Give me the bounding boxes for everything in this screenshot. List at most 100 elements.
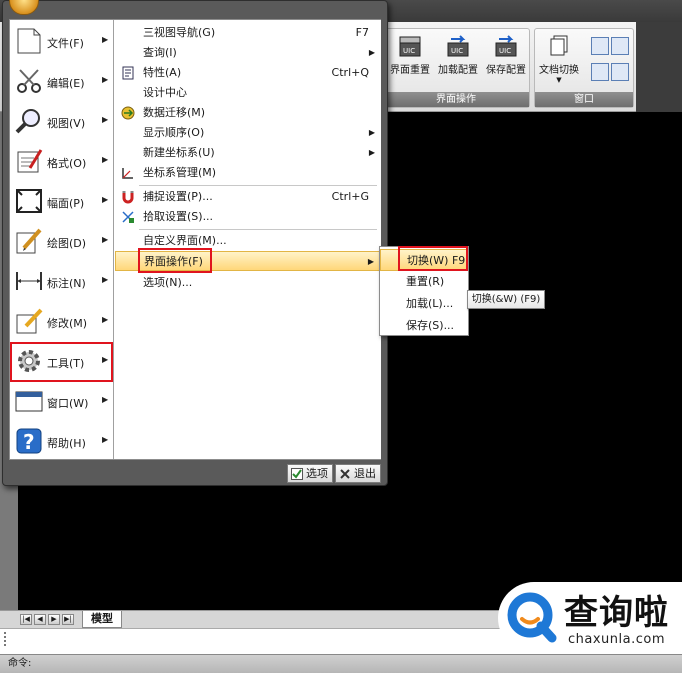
scissors-icon: [17, 69, 41, 93]
menu-item-draw[interactable]: 绘图(D) ▶: [10, 222, 113, 262]
menu-item-window-label: 窗口(W): [47, 397, 89, 410]
submenu-item-label: 新建坐标系(U): [143, 146, 215, 159]
submenu-item-3view-nav[interactable]: 三视图导航(G) F7: [115, 23, 381, 43]
highlight-switch-item: [398, 246, 468, 271]
submenu-item-new-ucs[interactable]: 新建坐标系(U) ▶: [115, 143, 381, 163]
search-logo-icon: [507, 592, 557, 643]
window-icon: [15, 391, 43, 412]
load-config-button[interactable]: UIC 加载配置: [433, 33, 483, 89]
menu-item-file[interactable]: 文件(F) ▶: [10, 22, 113, 62]
close-icon: [340, 469, 350, 479]
submenu-item-pick-settings[interactable]: 拾取设置(S)...: [115, 207, 381, 227]
chevron-right-icon: ▶: [368, 48, 375, 57]
load-interface-item[interactable]: 加载(L)...: [380, 293, 468, 315]
ribbon-group-label-interface: 界面操作: [383, 92, 529, 107]
options-button[interactable]: 选项: [287, 464, 333, 483]
save-interface-item[interactable]: 保存(S)...: [380, 315, 468, 337]
submenu-item-label: 设计中心: [143, 86, 187, 99]
load-config-label: 加载配置: [438, 65, 478, 76]
gear-icon: [18, 350, 40, 372]
submenu-item-properties[interactable]: 特性(A) Ctrl+Q: [115, 63, 381, 83]
submenu-item-label: 坐标系管理(M): [143, 166, 217, 179]
ucs-icon: [122, 168, 133, 179]
menu-item-view[interactable]: 视图(V) ▶: [10, 102, 113, 142]
submenu-item-label: 查询(I): [143, 46, 177, 59]
menu-left-column: 文件(F) ▶ 编辑(E) ▶ 视图(V) ▶ 格式(O) ▶ 幅面(P) ▶ …: [10, 20, 114, 459]
ribbon-empty-area: [636, 22, 682, 112]
chevron-right-icon: ▶: [367, 257, 374, 266]
uic-reset-icon: UIC: [399, 36, 421, 57]
menu-item-tools-label: 工具(T): [47, 357, 85, 370]
submenu-item-snap-settings[interactable]: 捕捉设置(P)... Ctrl+G: [115, 187, 381, 207]
watermark-title: 查询啦: [564, 593, 669, 633]
switch-tooltip: 切换(&W) (F9): [467, 290, 545, 309]
submenu-item-label: 捕捉设置(P)...: [143, 190, 213, 203]
reset-interface-label: 界面重置: [390, 65, 430, 76]
tile-vertical-button[interactable]: [611, 63, 629, 81]
save-config-button[interactable]: UIC 保存配置: [481, 33, 531, 89]
svg-text:UIC: UIC: [499, 47, 511, 55]
app-orb-button[interactable]: [9, 0, 39, 15]
tile-horizontal-button[interactable]: [611, 37, 629, 55]
menu-separator: [139, 185, 377, 186]
menu-item-help[interactable]: ? 帮助(H) ▶: [10, 422, 113, 462]
menu-item-edit-label: 编辑(E): [47, 77, 85, 90]
next-tab-button[interactable]: ▶: [48, 614, 60, 625]
menu-item-format[interactable]: 格式(O) ▶: [10, 142, 113, 182]
magnet-icon: [122, 191, 134, 204]
submenu-item-label: 拾取设置(S)...: [143, 210, 214, 223]
chevron-right-icon: ▶: [102, 315, 109, 324]
chevron-right-icon: ▶: [102, 275, 109, 284]
chevron-right-icon: ▶: [102, 75, 109, 84]
submenu-item-label: 显示顺序(O): [143, 126, 205, 139]
tile-grid-button[interactable]: [591, 63, 609, 81]
prev-tab-button[interactable]: ◀: [34, 614, 46, 625]
menu-item-window[interactable]: 窗口(W) ▶: [10, 382, 113, 422]
menu-item-view-label: 视图(V): [47, 117, 86, 130]
ribbon-group-window: 文档切换 ▼ 窗口: [534, 28, 634, 108]
svg-text:?: ?: [23, 430, 35, 454]
last-tab-button[interactable]: ▶|: [62, 614, 74, 625]
chevron-right-icon: ▶: [102, 35, 109, 44]
menu-item-sheet[interactable]: 幅面(P) ▶: [10, 182, 113, 222]
frame-icon: [16, 189, 42, 213]
menu-item-edit[interactable]: 编辑(E) ▶: [10, 62, 113, 102]
draw-icon: [16, 228, 42, 254]
modify-icon: [16, 308, 43, 334]
watermark-url: chaxunla.com: [568, 632, 665, 647]
exit-button[interactable]: 退出: [335, 464, 381, 483]
cascade-windows-button[interactable]: [591, 37, 609, 55]
submenu-item-label: 数据迁移(M): [143, 106, 206, 119]
submenu-item-display-order[interactable]: 显示顺序(O) ▶: [115, 123, 381, 143]
reset-interface-item[interactable]: 重置(R): [380, 271, 468, 293]
chevron-right-icon: ▶: [102, 195, 109, 204]
submenu-item-ucs-manage[interactable]: 坐标系管理(M): [115, 163, 381, 183]
menu-separator: [139, 229, 377, 230]
uic-save-icon: UIC: [495, 35, 517, 57]
ribbon-group-interface: UIC 界面重置 UIC 加载配置 UIC 保存配置 界面操作: [382, 28, 530, 108]
pick-icon: [122, 211, 134, 223]
highlight-interface-ops: [138, 248, 212, 273]
command-grip[interactable]: [4, 632, 7, 646]
menu-item-modify-label: 修改(M): [47, 317, 88, 330]
menu-item-tools[interactable]: 工具(T) ▶: [10, 342, 113, 382]
submenu-item-label: 三视图导航(G): [143, 26, 216, 39]
file-icon: [17, 28, 41, 54]
submenu-item-data-migration[interactable]: 数据迁移(M): [115, 103, 381, 123]
menu-item-draw-label: 绘图(D): [47, 237, 87, 250]
data-migrate-icon: [121, 106, 135, 120]
shortcut-label: Ctrl+G: [331, 190, 369, 203]
exit-button-label: 退出: [354, 467, 376, 480]
reset-interface-button[interactable]: UIC 界面重置: [385, 33, 435, 89]
first-tab-button[interactable]: |◀: [20, 614, 32, 625]
doc-switch-button[interactable]: 文档切换 ▼: [535, 33, 583, 89]
doc-switch-icon: [550, 35, 568, 56]
menu-item-dimension[interactable]: 标注(N) ▶: [10, 262, 113, 302]
tab-model[interactable]: 模型: [82, 611, 122, 628]
svg-text:UIC: UIC: [451, 47, 463, 55]
submenu-item-design-center[interactable]: 设计中心: [115, 83, 381, 103]
menu-item-modify[interactable]: 修改(M) ▶: [10, 302, 113, 342]
magnifier-icon: [15, 109, 40, 134]
submenu-item-query[interactable]: 查询(I) ▶: [115, 43, 381, 63]
submenu-item-options[interactable]: 选项(N)...: [115, 273, 381, 293]
